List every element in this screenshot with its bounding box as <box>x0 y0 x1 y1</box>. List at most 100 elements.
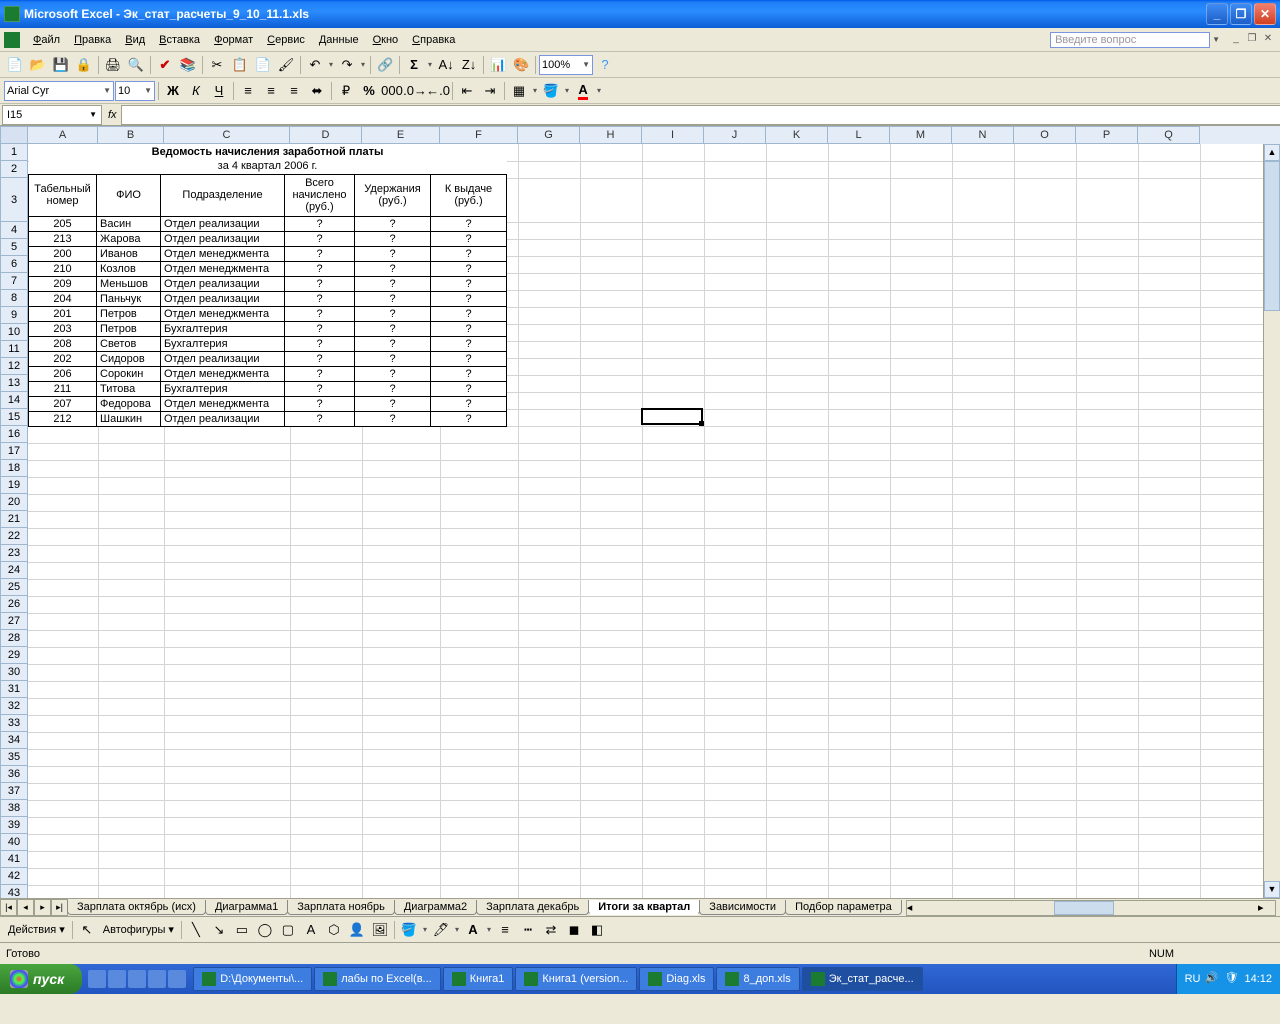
minimize-button[interactable]: _ <box>1206 3 1228 25</box>
row-header-30[interactable]: 30 <box>0 664 28 681</box>
row-header-20[interactable]: 20 <box>0 494 28 511</box>
fontcolor2-icon[interactable]: A <box>462 919 484 941</box>
draw-actions-menu[interactable]: Действия ▾ <box>4 923 69 936</box>
fill-color-icon[interactable]: 🪣 <box>540 80 562 102</box>
row-header-4[interactable]: 4 <box>0 222 28 239</box>
clipart-icon[interactable]: 👤 <box>346 919 368 941</box>
italic-icon[interactable]: К <box>185 80 207 102</box>
row-header-31[interactable]: 31 <box>0 681 28 698</box>
fx-icon[interactable]: fx <box>108 109 117 121</box>
taskbar-item[interactable]: Diag.xls <box>639 967 714 991</box>
sort-desc-icon[interactable]: Z↓ <box>458 54 480 76</box>
menu-Сервис[interactable]: Сервис <box>260 32 312 48</box>
row-header-1[interactable]: 1 <box>0 144 28 161</box>
scroll-down[interactable]: ▼ <box>1264 881 1280 898</box>
select-objects-icon[interactable]: ↖ <box>76 919 98 941</box>
ask-dropdown[interactable]: ▼ <box>1210 35 1222 44</box>
tab-prev[interactable]: ◂ <box>17 899 34 916</box>
horizontal-scrollbar[interactable]: ◂ ▸ <box>906 900 1276 916</box>
vertical-scrollbar[interactable]: ▲ ▼ <box>1263 144 1280 898</box>
row-header-43[interactable]: 43 <box>0 885 28 898</box>
fill2-dd[interactable]: ▾ <box>421 925 429 934</box>
sheet-tab[interactable]: Зарплата декабрь <box>476 900 589 915</box>
line-icon[interactable]: ╲ <box>185 919 207 941</box>
col-header-P[interactable]: P <box>1076 126 1138 144</box>
formula-input[interactable] <box>121 105 1280 125</box>
row-header-42[interactable]: 42 <box>0 868 28 885</box>
row-header-23[interactable]: 23 <box>0 545 28 562</box>
font-combo[interactable]: Arial Cyr▼ <box>4 81 114 101</box>
row-header-21[interactable]: 21 <box>0 511 28 528</box>
ql-icon[interactable] <box>168 970 186 988</box>
row-header-2[interactable]: 2 <box>0 161 28 178</box>
borders-dropdown[interactable]: ▾ <box>531 86 539 95</box>
sheet-tab[interactable]: Зависимости <box>699 900 786 915</box>
borders-icon[interactable]: ▦ <box>508 80 530 102</box>
hscroll-left[interactable]: ◂ <box>907 901 924 915</box>
3d-icon[interactable]: ◧ <box>586 919 608 941</box>
taskbar-item[interactable]: D:\Документы\... <box>193 967 312 991</box>
permission-icon[interactable]: 🔒 <box>73 54 95 76</box>
redo-dropdown[interactable]: ▾ <box>359 60 367 69</box>
row-header-27[interactable]: 27 <box>0 613 28 630</box>
research-icon[interactable]: 📚 <box>177 54 199 76</box>
menu-Справка[interactable]: Справка <box>405 32 462 48</box>
taskbar-item[interactable]: Эк_стат_расче... <box>802 967 923 991</box>
undo-icon[interactable]: ↶ <box>304 54 326 76</box>
col-header-E[interactable]: E <box>362 126 440 144</box>
doc-minimize[interactable]: _ <box>1229 33 1243 47</box>
ql-icon[interactable] <box>128 970 146 988</box>
inc-indent-icon[interactable]: ⇥ <box>479 80 501 102</box>
font2-dd[interactable]: ▾ <box>485 925 493 934</box>
row-header-18[interactable]: 18 <box>0 460 28 477</box>
row-header-22[interactable]: 22 <box>0 528 28 545</box>
col-header-J[interactable]: J <box>704 126 766 144</box>
menu-Данные[interactable]: Данные <box>312 32 366 48</box>
textbox-icon[interactable]: ▢ <box>277 919 299 941</box>
arrow-icon[interactable]: ↘ <box>208 919 230 941</box>
row-header-40[interactable]: 40 <box>0 834 28 851</box>
ql-icon[interactable] <box>108 970 126 988</box>
row-header-14[interactable]: 14 <box>0 392 28 409</box>
doc-close[interactable]: ✕ <box>1261 33 1275 47</box>
taskbar-item[interactable]: лабы по Excel(в... <box>314 967 441 991</box>
row-header-29[interactable]: 29 <box>0 647 28 664</box>
start-button[interactable]: пуск <box>0 964 82 994</box>
row-header-26[interactable]: 26 <box>0 596 28 613</box>
fill-dropdown[interactable]: ▾ <box>563 86 571 95</box>
copy-icon[interactable]: 📋 <box>229 54 251 76</box>
sheet-tab[interactable]: Диаграмма1 <box>205 900 288 915</box>
col-header-N[interactable]: N <box>952 126 1014 144</box>
menu-Формат[interactable]: Формат <box>207 32 260 48</box>
col-header-L[interactable]: L <box>828 126 890 144</box>
hscroll-thumb[interactable] <box>1054 901 1114 915</box>
menu-Правка[interactable]: Правка <box>67 32 118 48</box>
zoom-combo[interactable]: 100%▼ <box>539 55 593 75</box>
sheet-tab[interactable]: Подбор параметра <box>785 900 902 915</box>
hscroll-right[interactable]: ▸ <box>1258 901 1275 915</box>
menu-Вид[interactable]: Вид <box>118 32 152 48</box>
percent-icon[interactable]: % <box>358 80 380 102</box>
autosum-dropdown[interactable]: ▾ <box>426 60 434 69</box>
col-header-O[interactable]: O <box>1014 126 1076 144</box>
save-icon[interactable]: 💾 <box>50 54 72 76</box>
scroll-thumb[interactable] <box>1264 161 1280 311</box>
select-all-corner[interactable] <box>0 126 28 144</box>
row-header-12[interactable]: 12 <box>0 358 28 375</box>
drawing-icon[interactable]: 🎨 <box>510 54 532 76</box>
line-dd[interactable]: ▾ <box>453 925 461 934</box>
linecolor-icon[interactable]: 🖊 <box>430 919 452 941</box>
autosum-icon[interactable]: Σ <box>403 54 425 76</box>
name-box[interactable]: I15▼ <box>2 105 102 125</box>
row-header-10[interactable]: 10 <box>0 324 28 341</box>
redo-icon[interactable]: ↷ <box>336 54 358 76</box>
font-color-icon[interactable]: A <box>572 80 594 102</box>
col-header-M[interactable]: M <box>890 126 952 144</box>
close-button[interactable]: ✕ <box>1254 3 1276 25</box>
sheet-tab[interactable]: Диаграмма2 <box>394 900 477 915</box>
bold-icon[interactable]: Ж <box>162 80 184 102</box>
currency-icon[interactable]: ₽ <box>335 80 357 102</box>
row-header-8[interactable]: 8 <box>0 290 28 307</box>
tab-last[interactable]: ▸| <box>51 899 68 916</box>
row-header-3[interactable]: 3 <box>0 178 28 222</box>
